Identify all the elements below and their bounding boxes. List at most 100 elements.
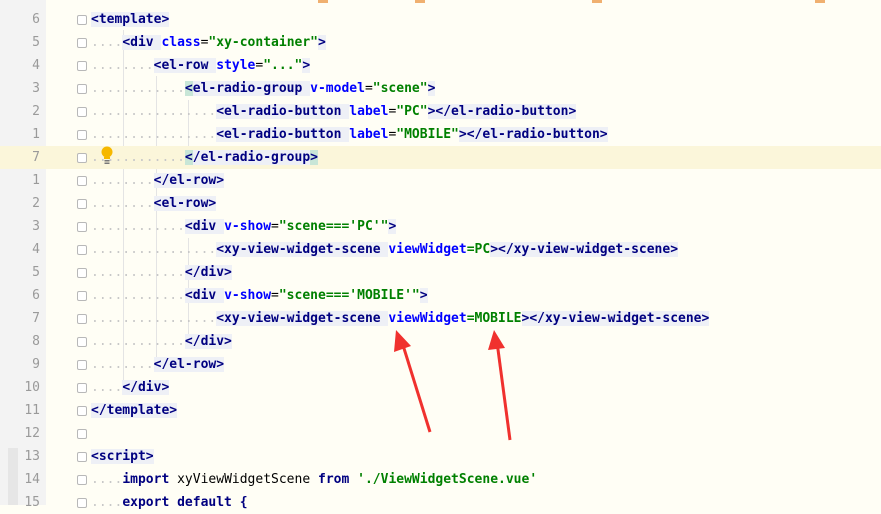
line-number: 13: [24, 449, 40, 464]
code-line[interactable]: 1 ........</el-row>: [0, 169, 881, 192]
code-token: v-show: [224, 288, 272, 303]
fold-icon[interactable]: [77, 291, 87, 301]
code-line[interactable]: 10 ....</div>: [0, 376, 881, 399]
indent-dots: ................: [91, 127, 217, 142]
lightbulb-icon[interactable]: [100, 146, 114, 166]
code-line[interactable]: 14 ....import xyViewWidgetScene from './V…: [0, 468, 881, 491]
line-number: 8: [32, 334, 40, 349]
code-text: ............</div>: [91, 330, 232, 353]
code-line[interactable]: 3 ............<div v-show="scene==='PC'">: [0, 215, 881, 238]
code-line[interactable]: 6 <template>: [0, 8, 881, 31]
code-text: ........</el-row>: [91, 353, 225, 376]
code-token: =PC: [466, 242, 491, 257]
fold-icon[interactable]: [77, 61, 87, 71]
code-token: "scene": [372, 81, 428, 96]
fold-icon[interactable]: [77, 406, 87, 416]
code-token: =: [271, 288, 279, 303]
code-text: ................<xy-view-widget-scene vi…: [91, 238, 679, 261]
top-markers: [0, 0, 881, 4]
fold-icon[interactable]: [77, 38, 87, 48]
code-line[interactable]: 3 ............<el-radio-group v-model="sc…: [0, 77, 881, 100]
code-line[interactable]: 1 ................<el-radio-button label=…: [0, 123, 881, 146]
code-token: "...": [263, 58, 303, 73]
code-token: viewWidget: [388, 242, 467, 257]
line-number: 5: [32, 35, 40, 50]
code-line[interactable]: 15 ....export default {: [0, 491, 881, 514]
fold-icon[interactable]: [77, 130, 87, 140]
code-line[interactable]: 2 ........<el-row>: [0, 192, 881, 215]
code-token: </template>: [91, 403, 178, 418]
code-line[interactable]: 7 ................<xy-view-widget-scene v…: [0, 307, 881, 330]
code-line[interactable]: 2 ................<el-radio-button label=…: [0, 100, 881, 123]
fold-icon[interactable]: [77, 84, 87, 94]
code-line[interactable]: 5 ....<div class="xy-container">: [0, 31, 881, 54]
line-number: 9: [32, 357, 40, 372]
code-line[interactable]: 4 ................<xy-view-widget-scene v…: [0, 238, 881, 261]
code-token: viewWidget: [388, 311, 467, 326]
code-text: ............<el-radio-group v-model="sce…: [91, 77, 436, 100]
code-line[interactable]: 5 ............</div>: [0, 261, 881, 284]
code-token: </el-row>: [153, 173, 225, 188]
fold-icon[interactable]: [77, 498, 87, 508]
fold-icon[interactable]: [77, 222, 87, 232]
code-line[interactable]: 6 ............<div v-show="scene==='MOBIL…: [0, 284, 881, 307]
code-token: v-model: [310, 81, 365, 96]
code-token: >: [302, 58, 311, 73]
fold-icon[interactable]: [77, 314, 87, 324]
code-token: <script>: [91, 449, 154, 464]
indent-dots: ....: [91, 35, 123, 50]
code-token: >: [427, 81, 436, 96]
code-token: label: [349, 127, 389, 142]
fold-icon[interactable]: [77, 383, 87, 393]
indent-dots: ................: [91, 311, 217, 326]
code-token: export default {: [122, 495, 248, 510]
indent-dots: ........: [91, 58, 154, 73]
fold-icon[interactable]: [77, 176, 87, 186]
code-line[interactable]: 9 ........</el-row>: [0, 353, 881, 376]
code-text: ....<div class="xy-container">: [91, 31, 326, 54]
code-token: <xy-view-widget-scene: [216, 311, 389, 326]
code-token: =: [364, 81, 373, 96]
code-text: ................<el-radio-button label="…: [91, 100, 577, 123]
fold-icon[interactable]: [77, 245, 87, 255]
fold-icon[interactable]: [77, 15, 87, 25]
fold-icon[interactable]: [77, 268, 87, 278]
line-number: 7: [32, 311, 40, 326]
fold-icon[interactable]: [77, 360, 87, 370]
line-number: 2: [32, 104, 40, 119]
code-token: "scene==='MOBILE'": [278, 288, 420, 303]
line-number: 4: [32, 242, 40, 257]
code-line[interactable]: 4 ........<el-row style="...">: [0, 54, 881, 77]
line-number: 1: [32, 127, 40, 142]
code-token: >: [318, 35, 326, 50]
code-line[interactable]: 11 </template>: [0, 399, 881, 422]
code-line[interactable]: 12: [0, 422, 881, 445]
code-token: el-radio-group: [192, 81, 311, 96]
fold-icon[interactable]: [77, 107, 87, 117]
indent-dots: ............: [91, 334, 185, 349]
code-line[interactable]: 8 ............</div>: [0, 330, 881, 353]
fold-icon[interactable]: [77, 452, 87, 462]
code-editor[interactable]: 6 <template> 5 ....<div class="xy-container…: [0, 0, 881, 510]
code-token: "PC": [396, 104, 428, 119]
code-line[interactable]: 7 ............</el-radio-group>: [0, 146, 881, 169]
line-number: 1: [32, 173, 40, 188]
line-number: 10: [24, 380, 40, 395]
code-line[interactable]: 13 <script>: [0, 445, 881, 468]
fold-icon[interactable]: [77, 153, 87, 163]
code-token: class: [161, 35, 201, 50]
fold-icon[interactable]: [77, 475, 87, 485]
code-text: ....import xyViewWidgetScene from './Vie…: [91, 468, 537, 491]
indent-dots: ............: [91, 81, 185, 96]
code-token: import: [122, 472, 178, 487]
indent-dots: ........: [91, 196, 154, 211]
fold-icon[interactable]: [77, 199, 87, 209]
indent-dots: ........: [91, 173, 154, 188]
line-number: 14: [24, 472, 40, 487]
line-number: 11: [24, 403, 40, 418]
indent-dots: ....: [91, 495, 123, 510]
fold-icon[interactable]: [77, 337, 87, 347]
fold-icon[interactable]: [77, 429, 87, 439]
code-token: <template>: [91, 12, 170, 27]
code-text: ............<div v-show="scene==='MOBILE…: [91, 284, 428, 307]
